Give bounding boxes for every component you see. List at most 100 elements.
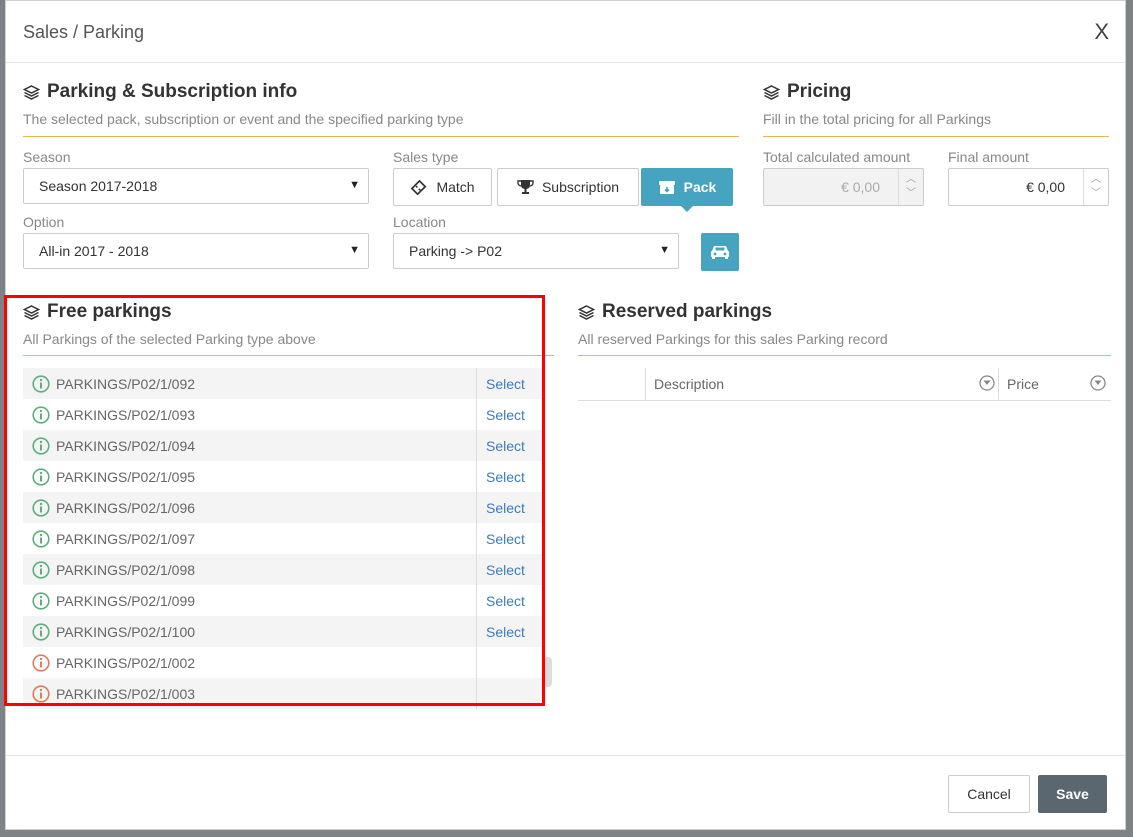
select-link[interactable]: Select [486,624,525,640]
list-item: PARKINGS/P02/1/099 Select [23,585,544,616]
season-select[interactable]: Season 2017-2018 ▼ [23,168,369,204]
subscription-label: Subscription [541,179,620,195]
reserved-parkings-subtitle: All reserved Parkings for this sales Par… [578,331,888,347]
pricing-title-text: Pricing [787,81,852,102]
pricing-subtitle: Fill in the total pricing for all Parkin… [763,111,991,127]
select-link[interactable]: Select [486,531,525,547]
dialog-header: Sales / Parking X [6,1,1125,63]
select-link[interactable]: Select [486,438,525,454]
column-divider [476,585,477,616]
list-item: PARKINGS/P02/1/092 Select [23,368,544,399]
total-amount-label: Total calculated amount [763,149,911,165]
option-select[interactable]: All-in 2017 - 2018 ▼ [23,233,369,269]
close-button[interactable]: X [1094,19,1109,45]
dialog-title: Sales / Parking [23,22,145,42]
info-icon [32,622,50,641]
column-divider [476,430,477,461]
archive-box-icon [658,180,676,195]
layers-icon [578,304,595,321]
caret-down-icon: ▼ [349,179,360,191]
dialog-footer: Cancel Save [6,755,1125,831]
column-divider [476,647,477,678]
vehicle-button[interactable] [701,233,739,271]
filter-icon[interactable] [1090,375,1106,394]
location-label: Location [393,214,446,230]
section-divider [578,355,1111,356]
info-icon [32,436,50,455]
caret-down-icon: ▼ [349,244,360,256]
select-link[interactable]: Select [486,500,525,516]
column-divider [476,616,477,647]
caret-down-icon: ▼ [659,244,670,256]
location-select[interactable]: Parking -> P02 ▼ [393,233,679,269]
free-parkings-title-text: Free parkings [47,301,172,322]
reserved-parkings-title: Reserved parkings [578,301,772,323]
info-icon [32,374,50,393]
ticket-icon [410,179,428,195]
sales-type-match-button[interactable]: Match [393,168,492,206]
pricing-title: Pricing [763,81,851,103]
reserved-parkings-title-text: Reserved parkings [602,301,773,322]
info-icon [32,405,50,424]
parking-code: PARKINGS/P02/1/092 [56,375,196,392]
select-link[interactable]: Select [486,376,525,392]
parking-code: PARKINGS/P02/1/098 [56,561,196,578]
info-icon [32,684,50,703]
column-divider [476,523,477,554]
list-item: PARKINGS/P02/1/097 Select [23,523,544,554]
filter-icon[interactable] [979,375,995,394]
grid-select-column [578,368,646,400]
section-divider [23,136,739,137]
info-icon [32,529,50,548]
column-divider [476,399,477,430]
list-item: PARKINGS/P02/1/100 Select [23,616,544,647]
column-divider [476,368,477,399]
select-link[interactable]: Select [486,407,525,423]
list-item: PARKINGS/P02/1/096 Select [23,492,544,523]
column-header-description[interactable]: Description [654,376,724,392]
pack-label: Pack [683,179,717,195]
season-label: Season [23,149,71,165]
select-link[interactable]: Select [486,593,525,609]
parking-code: PARKINGS/P02/1/099 [56,592,196,609]
parking-info-title-text: Parking & Subscription info [47,81,298,102]
final-amount-value: € 0,00 [1026,179,1065,195]
layers-icon [23,84,40,101]
reserved-grid-header: Description Price [578,368,1111,401]
free-parkings-subtitle: All Parkings of the selected Parking typ… [23,331,316,347]
info-icon [32,467,50,486]
parking-code: PARKINGS/P02/1/097 [56,530,196,547]
info-icon [32,560,50,579]
final-amount-field[interactable]: € 0,00 ︿ ﹀ [948,168,1109,206]
parking-code: PARKINGS/P02/1/096 [56,499,196,516]
select-link[interactable]: Select [486,469,525,485]
option-value: All-in 2017 - 2018 [39,243,149,259]
sales-type-label: Sales type [393,149,459,165]
column-divider [476,461,477,492]
column-header-price[interactable]: Price [1007,376,1039,392]
sales-type-subscription-button[interactable]: Subscription [497,168,639,206]
parking-code: PARKINGS/P02/1/094 [56,437,196,454]
list-item: PARKINGS/P02/1/095 Select [23,461,544,492]
list-item: PARKINGS/P02/1/003 [23,678,544,709]
cancel-button[interactable]: Cancel [948,775,1030,813]
spinner-icon[interactable]: ︿ ﹀ [1083,169,1108,205]
match-label: Match [436,179,475,195]
sales-type-pack-button[interactable]: Pack [641,168,733,212]
parking-code: PARKINGS/P02/1/003 [56,685,196,702]
list-item: PARKINGS/P02/1/098 Select [23,554,544,585]
total-amount-field: € 0,00 ︿ ﹀ [763,168,924,206]
car-icon [710,244,730,260]
scrollbar-thumb[interactable] [544,657,552,687]
parking-info-subtitle: The selected pack, subscription or event… [23,111,464,127]
layers-icon [23,304,40,321]
save-button[interactable]: Save [1038,775,1107,813]
parking-code: PARKINGS/P02/1/095 [56,468,196,485]
parking-info-title: Parking & Subscription info [23,81,297,103]
season-value: Season 2017-2018 [39,178,158,194]
parking-code: PARKINGS/P02/1/093 [56,406,196,423]
sales-parking-dialog: Sales / Parking X Parking & Subscription… [5,0,1126,830]
list-item: PARKINGS/P02/1/094 Select [23,430,544,461]
trophy-icon [517,179,534,195]
select-link[interactable]: Select [486,562,525,578]
